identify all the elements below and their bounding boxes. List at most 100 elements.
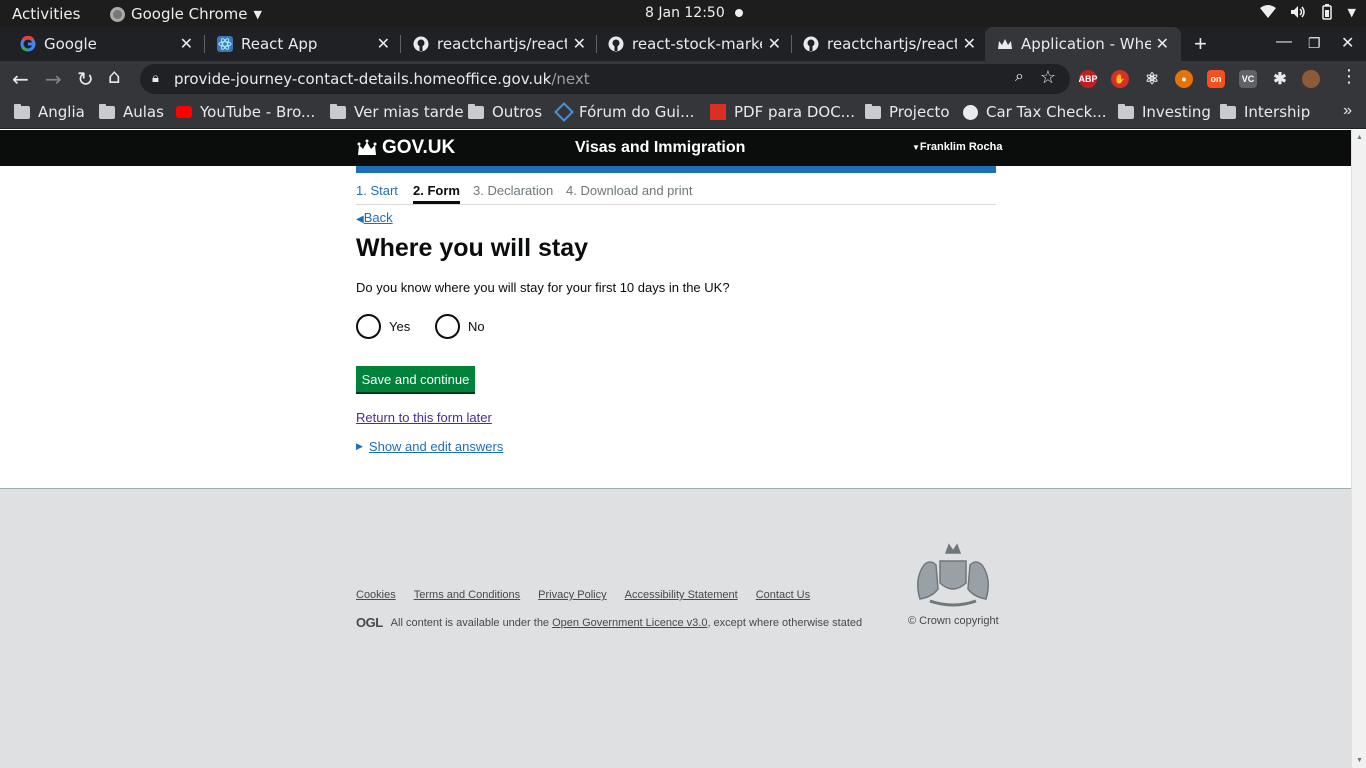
forward-arrow-icon[interactable]: →	[45, 67, 62, 91]
bookmark-car-tax-check[interactable]: Car Tax Check...	[963, 103, 1107, 121]
bookmark-anglia[interactable]: Anglia	[14, 103, 85, 121]
return-later-link[interactable]: Return to this form later	[356, 410, 492, 425]
radio-no[interactable]: No	[435, 314, 485, 339]
zoom-icon[interactable]: ⌕	[1015, 68, 1024, 86]
bookmark-youtube[interactable]: YouTube - Bro...	[176, 103, 315, 121]
youtube-icon	[176, 106, 192, 118]
bookmark-pdf-para-doc[interactable]: PDF para DOC...	[710, 103, 855, 121]
step-start[interactable]: 1. Start	[356, 183, 398, 201]
crown-copyright: © Crown copyright	[908, 615, 999, 627]
tab-title: reactchartjs/react-c	[827, 35, 957, 53]
close-icon[interactable]: ✕	[377, 34, 390, 53]
adblock-icon[interactable]: ABP	[1079, 70, 1098, 88]
react-devtools-icon[interactable]: ⚛	[1143, 70, 1161, 88]
radio-circle[interactable]	[356, 314, 381, 339]
folder-icon	[1118, 103, 1134, 119]
browser-toolbar: ← → ↻ ⌂ 🔒︎ provide-journey-contact-detai…	[0, 61, 1366, 97]
profile-avatar[interactable]	[1302, 70, 1320, 88]
caret-down-icon: ▼	[912, 143, 920, 152]
puzzle-extensions-icon[interactable]: ✱	[1271, 70, 1289, 88]
bookmark-label: Projecto	[889, 103, 950, 121]
radio-circle[interactable]	[435, 314, 460, 339]
back-triangle-icon: ◀	[356, 214, 364, 225]
show-edit-answers-toggle[interactable]: ▶ Show and edit answers	[356, 439, 503, 454]
footer-link-privacy[interactable]: Privacy Policy	[538, 589, 606, 601]
chevron-double-right-icon[interactable]: »	[1343, 102, 1352, 120]
new-tab-button[interactable]: +	[1194, 31, 1207, 57]
user-menu[interactable]: ▼Franklim Rocha	[912, 141, 1002, 153]
fire-extension-icon[interactable]: ●	[1175, 70, 1193, 88]
close-icon[interactable]: ✕	[180, 34, 193, 53]
header-blue-bar	[356, 166, 996, 173]
radio-yes[interactable]: Yes	[356, 314, 410, 339]
step-declaration: 3. Declaration	[473, 183, 554, 198]
scroll-down-arrow-icon[interactable]: ▼	[1356, 757, 1363, 764]
folder-icon	[468, 103, 484, 119]
address-bar[interactable]: 🔒︎ provide-journey-contact-details.homeo…	[140, 64, 1070, 94]
menu-kebab-icon[interactable]: ⋮	[1340, 66, 1358, 87]
tab-application-active[interactable]: Application - Where ✕	[985, 27, 1181, 61]
url-host: provide-journey-contact-details.homeoffi…	[174, 70, 552, 88]
bookmark-intership[interactable]: Intership	[1220, 103, 1310, 121]
footer-link-contact[interactable]: Contact Us	[756, 589, 810, 601]
govuk-logo[interactable]: GOV.UK	[356, 137, 455, 159]
footer-link-cookies[interactable]: Cookies	[356, 589, 396, 601]
step-download-print: 4. Download and print	[566, 183, 693, 198]
close-icon[interactable]: ✕	[573, 34, 586, 53]
globe-icon	[963, 104, 978, 120]
back-link[interactable]: ◀Back	[356, 210, 393, 225]
pdf-icon	[710, 104, 726, 120]
url-text[interactable]: provide-journey-contact-details.homeoffi…	[174, 70, 590, 88]
reload-icon[interactable]: ↻	[77, 67, 94, 91]
royal-coat-of-arms-icon	[917, 543, 989, 607]
folder-icon	[14, 103, 30, 119]
back-arrow-icon[interactable]: ←	[12, 67, 29, 91]
close-icon[interactable]: ✕	[963, 34, 976, 53]
close-icon[interactable]: ✕	[1156, 34, 1169, 53]
bookmark-projecto[interactable]: Projecto	[865, 103, 950, 121]
minimize-icon[interactable]: —	[1276, 33, 1292, 51]
bookmark-label: Car Tax Check...	[986, 103, 1107, 121]
footer-link-accessibility[interactable]: Accessibility Statement	[625, 589, 738, 601]
github-icon	[608, 36, 624, 52]
system-tray[interactable]: ▼	[1259, 4, 1356, 20]
tab-react-stock-market[interactable]: react-stock-market- ✕	[588, 27, 793, 61]
clock[interactable]: 8 Jan 12:50	[645, 5, 725, 21]
save-and-continue-button[interactable]: Save and continue	[356, 366, 475, 392]
bookmark-investing[interactable]: Investing	[1118, 103, 1211, 121]
scroll-up-arrow-icon[interactable]: ▲	[1356, 134, 1363, 141]
caret-down-icon: ▼	[1347, 5, 1356, 19]
tab-reactchartjs-2[interactable]: reactchartjs/react-c ✕	[783, 27, 988, 61]
tab-reactchartjs-1[interactable]: reactchartjs/react-c ✕	[393, 27, 598, 61]
bookmark-label: Investing	[1142, 103, 1211, 121]
tab-title: Application - Where	[1021, 35, 1151, 53]
bookmark-aulas[interactable]: Aulas	[99, 103, 164, 121]
open-government-licence-link[interactable]: Open Government Licence v3.0	[552, 617, 707, 629]
folder-icon	[865, 103, 881, 119]
tab-react-app[interactable]: React App ✕	[197, 27, 402, 61]
restore-icon[interactable]: ❐	[1308, 35, 1321, 52]
os-top-bar: Activities Google Chrome ▼ 8 Jan 12:50 ▼	[0, 0, 1366, 27]
bookmark-star-icon[interactable]: ☆	[1040, 67, 1056, 88]
hand-extension-icon[interactable]: ✋	[1111, 70, 1129, 88]
tab-title: react-stock-market-	[632, 35, 762, 53]
on-extension-icon[interactable]: on	[1207, 70, 1225, 88]
radio-label: Yes	[389, 319, 411, 334]
close-icon[interactable]: ✕	[768, 34, 781, 53]
step-form: 2. Form	[413, 183, 460, 204]
web-page: GOV.UK Visas and Immigration ▼Franklim R…	[0, 130, 1351, 768]
close-window-icon[interactable]: ✕	[1341, 33, 1354, 53]
activities-button[interactable]: Activities	[12, 5, 80, 23]
tab-google[interactable]: Google ✕	[0, 27, 205, 61]
page-scrollbar[interactable]: ▲ ▼	[1351, 130, 1366, 768]
footer-link-terms[interactable]: Terms and Conditions	[414, 589, 520, 601]
service-name[interactable]: Visas and Immigration	[575, 139, 745, 157]
bookmark-outros[interactable]: Outros	[468, 103, 542, 121]
bookmark-forum[interactable]: Fórum do Gui...	[554, 102, 694, 122]
bookmark-ver-mias-tarde[interactable]: Ver mias tarde	[330, 103, 464, 121]
app-menu[interactable]: Google Chrome ▼	[110, 5, 262, 23]
bookmark-label: Outros	[492, 103, 543, 121]
home-icon[interactable]: ⌂	[108, 64, 121, 88]
crown-icon	[357, 139, 377, 155]
vc-extension-icon[interactable]: VC	[1239, 70, 1257, 88]
